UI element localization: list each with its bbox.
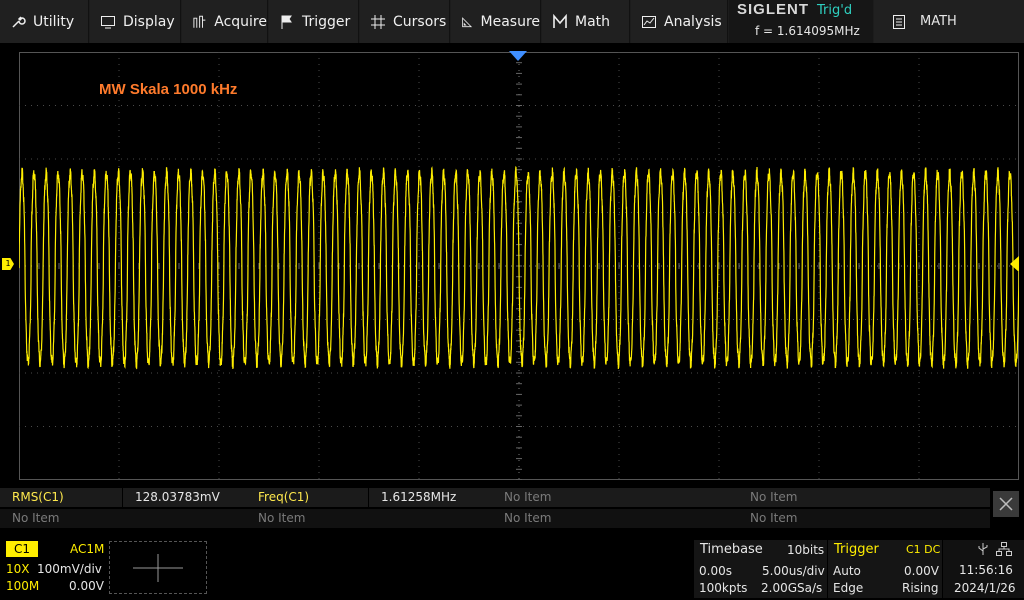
ch1-bandwidth: 100M xyxy=(6,579,40,593)
ch1-settings[interactable]: C1 AC1M 10X 100mV/div 100M 0.00V xyxy=(6,541,104,596)
menu-bar: Utility Display Acquire Trigger Cursors … xyxy=(0,0,1024,43)
timebase-delay: 0.00s xyxy=(699,564,732,578)
menu-trigger[interactable]: Trigger xyxy=(269,0,359,43)
meas-value: 1.61258MHz xyxy=(369,488,494,507)
wrench-icon xyxy=(12,15,26,28)
crosshair-icon xyxy=(371,14,385,29)
ch1-offset-marker[interactable]: 1 xyxy=(2,258,14,270)
ch1-waveform-trace xyxy=(19,165,1019,370)
menu-math-label: Math xyxy=(575,13,611,30)
measurement-table: RMS(C1) 128.03783mV Freq(C1) 1.61258MHz … xyxy=(0,488,990,530)
trigger-panel[interactable]: Trigger C1 DC Auto 0.00V Edge Rising xyxy=(828,540,942,598)
math-button-label: MATH xyxy=(920,14,957,29)
ch1-probe: 10X xyxy=(6,562,30,576)
ch1-offset: 0.00V xyxy=(69,579,104,593)
menu-utility-label: Utility xyxy=(33,13,75,30)
timebase-title: Timebase xyxy=(700,542,763,557)
analysis-icon xyxy=(642,15,656,28)
clock-panel: 11:56:16 2024/1/26 xyxy=(943,540,1024,598)
ruler-triangle-icon xyxy=(462,16,473,27)
trigger-level: 0.00V xyxy=(904,564,939,578)
trigger-slope: Rising xyxy=(902,581,939,595)
menu-analysis[interactable]: Analysis xyxy=(631,0,728,43)
close-icon xyxy=(999,497,1013,511)
meas-empty[interactable]: No Item xyxy=(738,509,990,528)
trigger-type: Edge xyxy=(833,581,864,595)
clock-time: 11:56:16 xyxy=(959,563,1013,577)
ch1-coupling: AC1M xyxy=(70,542,105,556)
timebase-panel[interactable]: Timebase 10bits 0.00s 5.00us/div 100kpts… xyxy=(694,540,827,598)
menu-utility[interactable]: Utility xyxy=(0,0,89,43)
trigger-level-marker[interactable] xyxy=(1010,256,1019,272)
document-icon xyxy=(893,14,905,29)
sample-rate: 2.00GSa/s xyxy=(761,581,823,595)
adc-bits: 10bits xyxy=(787,543,825,557)
menu-analysis-label: Analysis xyxy=(664,13,722,30)
meas-name[interactable]: Freq(C1) xyxy=(246,488,368,507)
trigger-position-marker[interactable] xyxy=(509,51,527,61)
menu-measure[interactable]: Measure xyxy=(451,0,541,43)
ch1-tag: C1 xyxy=(6,541,38,557)
menu-trigger-label: Trigger xyxy=(302,13,351,30)
waveform-label: MW Skala 1000 kHz xyxy=(99,81,238,98)
math-m-icon xyxy=(553,13,567,28)
timebase-scale: 5.00us/div xyxy=(762,564,825,578)
close-measurement-button[interactable] xyxy=(993,491,1019,517)
meas-value: 128.03783mV xyxy=(123,488,248,507)
status-panel: SIGLENT Trig'd f = 1.614095MHz xyxy=(729,0,873,43)
monitor-icon xyxy=(101,15,115,28)
menu-display[interactable]: Display xyxy=(90,0,181,43)
network-icon xyxy=(996,542,1012,556)
memory-depth: 100kpts xyxy=(699,581,748,595)
meas-empty[interactable]: No Item xyxy=(246,509,492,528)
waveform-grid[interactable] xyxy=(19,52,1019,480)
trigger-mode: Auto xyxy=(833,564,861,578)
usb-icon xyxy=(978,543,988,555)
meas-empty[interactable]: No Item xyxy=(0,509,246,528)
trigger-state: Trig'd xyxy=(817,3,853,18)
meas-empty[interactable]: No Item xyxy=(492,509,738,528)
menu-display-label: Display xyxy=(123,13,175,30)
menu-acquire-label: Acquire xyxy=(214,13,267,30)
trigger-source: C1 DC xyxy=(906,543,941,556)
menu-cursors[interactable]: Cursors xyxy=(360,0,450,43)
add-channel-button[interactable] xyxy=(109,541,207,594)
math-button[interactable]: MATH xyxy=(874,0,1024,43)
meas-empty[interactable]: No Item xyxy=(738,488,990,507)
flag-icon xyxy=(281,15,292,29)
menu-math[interactable]: Math xyxy=(542,0,630,43)
frequency-counter: f = 1.614095MHz xyxy=(755,24,860,38)
clock-date: 2024/1/26 xyxy=(954,581,1016,595)
meas-name[interactable]: RMS(C1) xyxy=(0,488,122,507)
meas-empty[interactable]: No Item xyxy=(492,488,738,507)
menu-cursors-label: Cursors xyxy=(393,13,447,30)
menu-acquire[interactable]: Acquire xyxy=(182,0,268,43)
ch1-vertical-scale: 100mV/div xyxy=(37,562,102,576)
acquire-icon xyxy=(193,15,206,28)
menu-measure-label: Measure xyxy=(480,13,541,30)
trigger-title: Trigger xyxy=(834,542,879,557)
brand-logo: SIGLENT xyxy=(737,1,810,18)
plus-icon xyxy=(133,554,183,582)
